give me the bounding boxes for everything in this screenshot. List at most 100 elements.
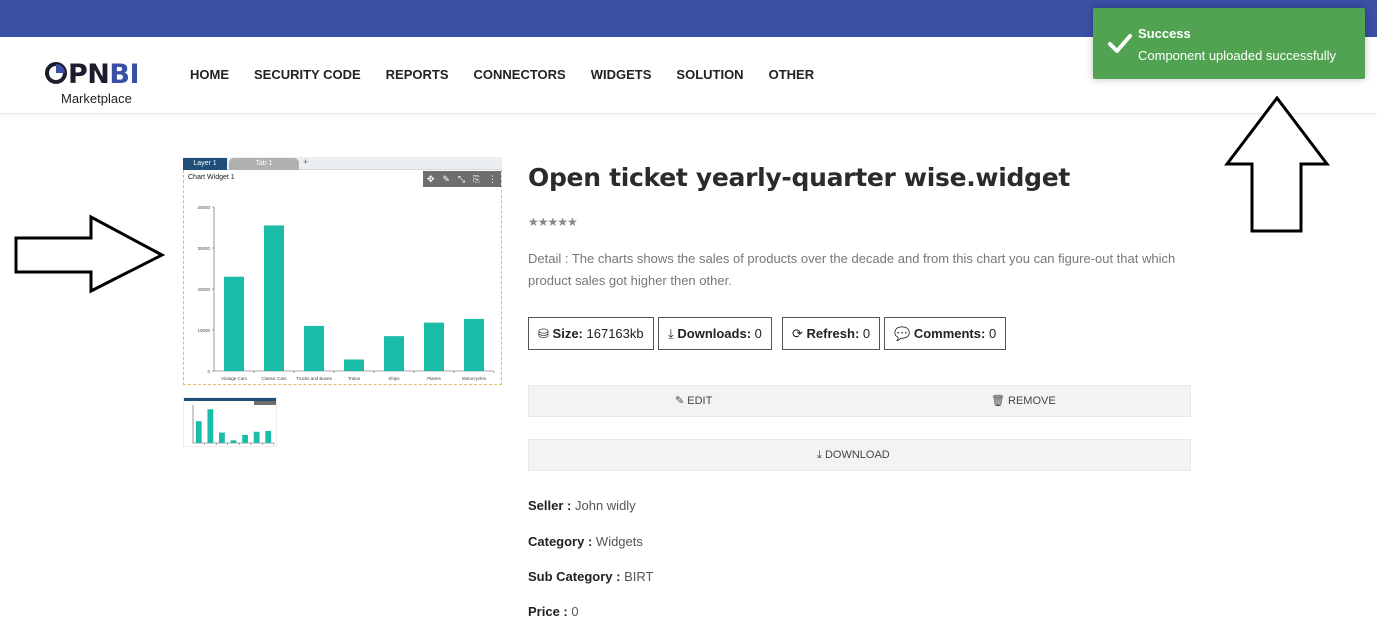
move-icon[interactable]: ✥ (427, 174, 435, 185)
download-button[interactable]: ⤓ DOWNLOAD (817, 440, 890, 470)
nav-reports[interactable]: REPORTS (386, 67, 449, 82)
bar (304, 325, 324, 371)
bar (464, 318, 484, 371)
nav-home[interactable]: HOME (190, 67, 229, 82)
logo[interactable]: PNBI Marketplace (44, 61, 164, 109)
download-icon: ⤓ (668, 326, 674, 341)
download-label: DOWNLOAD (824, 449, 890, 461)
logo-o-icon (45, 62, 67, 84)
download-bar: ⤓ DOWNLOAD (528, 439, 1191, 471)
nav-security-code[interactable]: SECURITY CODE (254, 67, 361, 82)
logo-text: PNBI (44, 59, 140, 90)
widget-preview[interactable]: Layer 1 Tab 1 + Chart Widget 1 ✥ ✎ ⤡ ⎘ ⋮… (183, 157, 502, 385)
bar (242, 434, 248, 443)
nav-solution[interactable]: SOLUTION (676, 67, 743, 82)
toast-title: Success (1138, 26, 1191, 41)
logo-subtitle: Marketplace (61, 91, 132, 106)
downloads-value: 0 (754, 326, 762, 341)
tab-layer-1[interactable]: Layer 1 (183, 158, 227, 170)
size-stat: ⛁ Size: 167163kb (528, 317, 654, 350)
bar (344, 359, 364, 371)
bar (195, 421, 202, 443)
subcategory-value: BIRT (624, 569, 654, 584)
nav-connectors[interactable]: CONNECTORS (474, 67, 566, 82)
export-icon[interactable]: ⎘ (473, 174, 480, 185)
edit-icon[interactable]: ✎ (442, 174, 450, 185)
x-tick-label: Trucks and Buses (296, 376, 333, 381)
y-tick-label: 30000 (197, 246, 210, 251)
bar (424, 322, 444, 371)
category-row: Category : Widgets (528, 534, 643, 549)
comments-value: 0 (988, 326, 997, 341)
edit-remove-bar: ✎ EDIT 🗑 REMOVE (528, 385, 1191, 417)
comments-label: Comments: (913, 326, 986, 341)
size-value: 167163kb (586, 326, 644, 341)
widget-body: Chart Widget 1 ✥ ✎ ⤡ ⎘ ⋮ 0 10000 20000 3000… (183, 170, 502, 385)
remove-label: REMOVE (1008, 395, 1056, 407)
arrow-right-annotation-icon (14, 214, 165, 294)
arrow-up-annotation-icon (1224, 96, 1330, 233)
bar (253, 431, 260, 443)
x-tick-label: Trains (348, 376, 361, 381)
downloads-stat: ⤓ Downloads: 0 (658, 317, 772, 350)
refresh-stat: ⟳ Refresh: 0 (782, 317, 881, 350)
bar (384, 336, 404, 371)
widget-toolbar: ✥ ✎ ⤡ ⎘ ⋮ (423, 171, 501, 187)
comment-icon: 💬 (894, 326, 911, 341)
seller-value: John widly (574, 498, 636, 513)
bar (264, 225, 284, 371)
checkmark-icon (1108, 34, 1132, 53)
subcategory-label: Sub Category : (528, 569, 621, 584)
price-row: Price : 0 (528, 604, 579, 619)
x-tick-label: Planes (427, 376, 442, 381)
comments-stat: 💬 Comments: 0 (884, 317, 1007, 350)
rating-stars[interactable]: ★★★★★ (528, 215, 578, 229)
category-value: Widgets (595, 534, 643, 549)
edit-label: EDIT (687, 395, 713, 407)
more-icon[interactable]: ⋮ (488, 174, 497, 185)
bar (265, 430, 272, 443)
x-tick-label: Motorcycles (462, 376, 487, 381)
widget-tabs: Layer 1 Tab 1 + (183, 157, 502, 170)
nav-other[interactable]: OTHER (769, 67, 815, 82)
y-tick-label: 20000 (197, 287, 210, 292)
success-toast[interactable]: Success Component uploaded successfully (1093, 8, 1365, 79)
download-icon: ⤓ (817, 449, 822, 461)
tab-tab-1[interactable]: Tab 1 (229, 158, 299, 170)
add-tab-button[interactable]: + (303, 157, 308, 167)
seller-label: Seller : (528, 498, 572, 513)
subcategory-row: Sub Category : BIRT (528, 569, 653, 584)
trash-icon: 🗑 (991, 395, 1005, 407)
bar (207, 409, 214, 443)
bar (219, 432, 225, 443)
bar-chart: 0 10000 20000 30000 40000 Vintage Cars Classic… (197, 205, 495, 381)
resize-icon[interactable]: ⤡ (458, 174, 465, 185)
thumbnail-chart (184, 398, 276, 445)
thumb-tab-bar (184, 398, 276, 401)
database-icon: ⛁ (538, 326, 549, 341)
bar (224, 276, 244, 371)
y-tick-label: 40000 (197, 205, 210, 210)
category-label: Category : (528, 534, 593, 549)
x-tick-label: Vintage Cars (221, 376, 248, 381)
bar (230, 440, 237, 443)
logo-pn: PN (68, 59, 110, 90)
size-label: Size: (552, 326, 583, 341)
x-tick-label: Ships (388, 376, 400, 381)
seller-row: Seller : John widly (528, 498, 636, 513)
remove-button[interactable]: 🗑 REMOVE (991, 386, 1056, 416)
main-nav: HOME SECURITY CODE REPORTS CONNECTORS WI… (190, 67, 839, 82)
widget-title: Chart Widget 1 (188, 174, 235, 181)
thumb-toolbar (254, 401, 276, 405)
product-title: Open ticket yearly-quarter wise.widget (528, 163, 1070, 192)
nav-widgets[interactable]: WIDGETS (591, 67, 652, 82)
widget-thumbnail[interactable] (183, 397, 277, 447)
y-tick-label: 0 (207, 369, 210, 374)
downloads-label: Downloads: (677, 326, 752, 341)
logo-bi: BI (109, 59, 140, 90)
x-tick-label: Classic Cars (261, 376, 287, 381)
refresh-label: Refresh: (806, 326, 860, 341)
edit-button[interactable]: ✎ EDIT (675, 386, 712, 416)
edit-icon: ✎ (675, 395, 685, 407)
refresh-value: 0 (862, 326, 871, 341)
